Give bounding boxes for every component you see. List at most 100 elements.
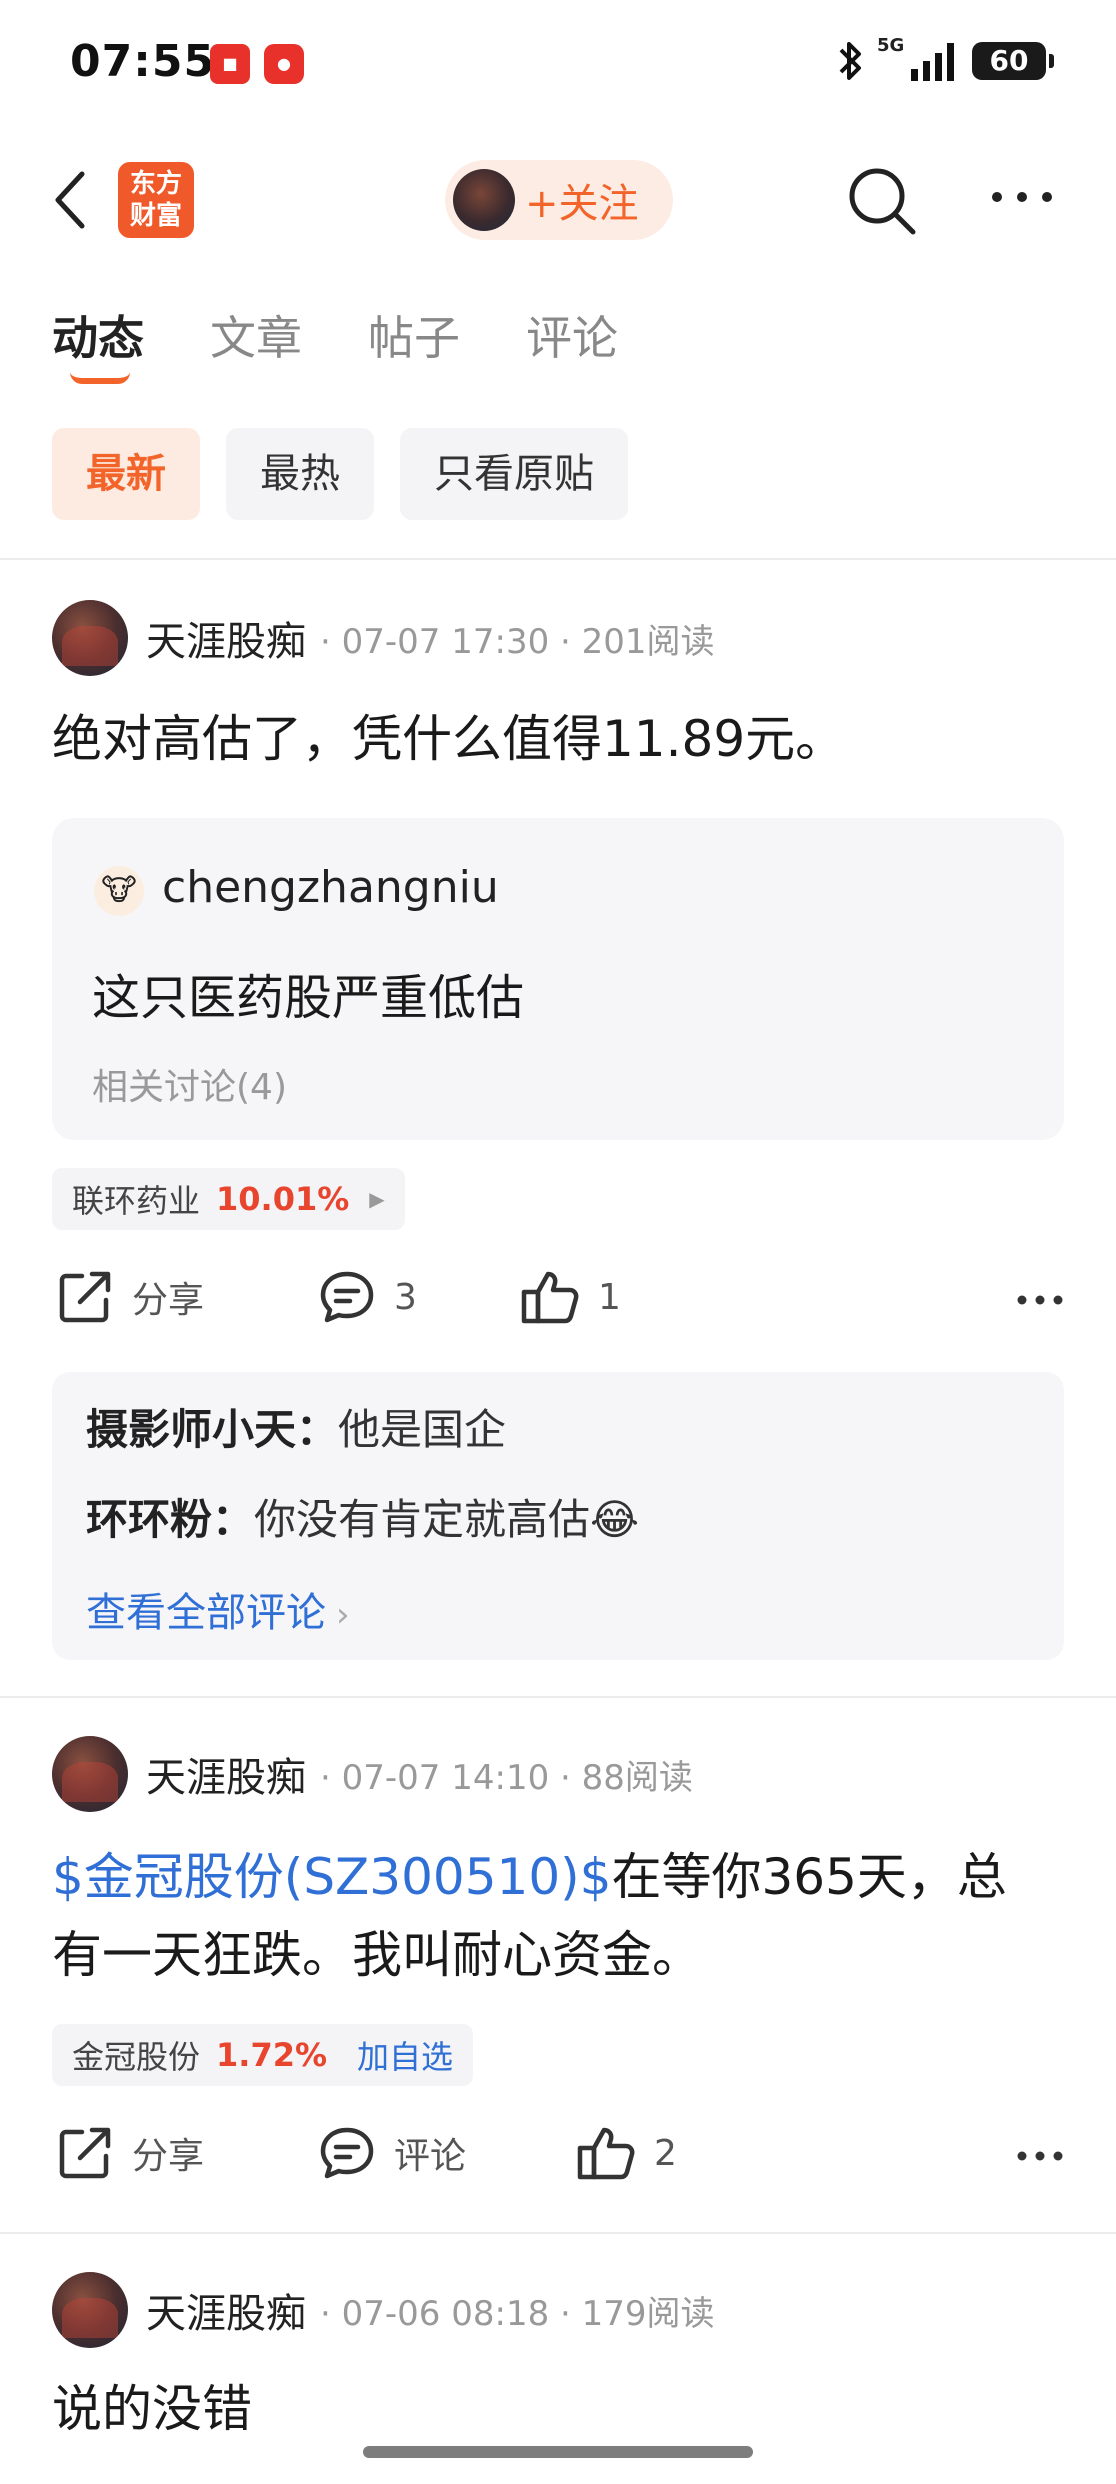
avatar[interactable] xyxy=(52,600,128,676)
author-row: 天涯股痴 · 07-06 08:18 · 179阅读 xyxy=(52,2272,715,2348)
comment-item[interactable]: 摄影师小天：他是国企 xyxy=(86,1396,506,1457)
quoted-post[interactable]: 🐮 chengzhangniu 这只医药股严重低估 相关讨论(4) xyxy=(52,818,1064,1140)
post-text[interactable]: 绝对高估了，凭什么值得11.89元。 xyxy=(52,700,1062,778)
more-options-icon[interactable] xyxy=(1016,2150,1064,2162)
quote-avatar: 🐮 xyxy=(94,866,144,916)
author-name[interactable]: 天涯股痴 xyxy=(146,609,306,667)
post-text-part: 有一天狂跌。我叫耐心资金。 xyxy=(52,1926,702,1984)
share-label: 分享 xyxy=(132,1280,205,1321)
comment-text: 你没有肯定就高估😂 xyxy=(254,1495,640,1544)
author-row: 天涯股痴 · 07-07 17:30 · 201阅读 xyxy=(52,600,715,676)
like-count: 2 xyxy=(654,2132,677,2174)
top-nav: 东方 财富 +关注 xyxy=(0,150,1116,250)
author-name[interactable]: 天涯股痴 xyxy=(146,1745,306,1803)
network-label: 5G xyxy=(877,35,905,56)
brand-line-2: 财富 xyxy=(129,201,182,231)
quote-text: 这只医药股严重低估 xyxy=(92,970,525,1026)
filter-hottest[interactable]: 最热 xyxy=(226,428,374,520)
share-button[interactable]: 分享 xyxy=(56,2124,204,2182)
like-button[interactable]: 1 xyxy=(520,1268,621,1326)
stock-name: 联环药业 xyxy=(72,1182,201,1220)
post-actions: 分享 3 1 xyxy=(52,1268,1064,1338)
filter-original-only[interactable]: 只看原贴 xyxy=(400,428,628,520)
chevron-right-icon: › xyxy=(336,1595,350,1635)
author-row: 天涯股痴 · 07-07 14:10 · 88阅读 xyxy=(52,1736,693,1812)
comment-user: 环环粉： xyxy=(86,1495,255,1544)
tab-indicator xyxy=(70,372,130,384)
tab-bar: 动态 文章 帖子 评论 xyxy=(52,302,618,384)
battery-icon: 60 xyxy=(972,42,1054,80)
tab-label: 动态 xyxy=(52,311,144,365)
filter-bar: 最新 最热 只看原贴 xyxy=(52,428,628,520)
thumbs-up-icon xyxy=(521,1271,579,1324)
tab-articles[interactable]: 文章 xyxy=(210,302,302,368)
search-icon[interactable] xyxy=(845,164,919,238)
follow-button[interactable]: +关注 xyxy=(445,160,673,240)
like-button[interactable]: 2 xyxy=(576,2124,677,2182)
post-meta: · 07-07 14:10 · 88阅读 xyxy=(320,1757,693,1798)
post-text-part: 在等你365天，总 xyxy=(611,1848,1007,1906)
post-meta: · 07-06 08:18 · 179阅读 xyxy=(320,2293,715,2334)
avatar[interactable] xyxy=(52,2272,128,2348)
comment-button[interactable]: 评论 xyxy=(318,2124,466,2182)
post-text[interactable]: $金冠股份(SZ300510)$在等你365天，总 有一天狂跌。我叫耐心资金。 xyxy=(52,1838,1062,1994)
comment-label: 评论 xyxy=(394,2136,467,2177)
filter-latest[interactable]: 最新 xyxy=(52,428,200,520)
avatar[interactable] xyxy=(52,1736,128,1812)
divider xyxy=(0,558,1116,560)
stock-change: 10.01% xyxy=(216,1180,350,1218)
status-icons: 5G 60 xyxy=(835,35,1054,82)
post-text[interactable]: 说的没错 xyxy=(52,2370,1062,2448)
stock-change: 1.72% xyxy=(216,2036,328,2074)
like-count: 1 xyxy=(598,1276,621,1318)
app-badge-2-icon: ● xyxy=(264,44,304,84)
app-badge-icon: ■ xyxy=(210,44,250,84)
follow-label: +关注 xyxy=(525,181,639,227)
brand-line-1: 东方 xyxy=(129,169,182,199)
tab-posts[interactable]: 帖子 xyxy=(368,302,460,368)
comment-count: 3 xyxy=(394,1276,417,1318)
profile-avatar xyxy=(453,169,515,231)
stock-name: 金冠股份 xyxy=(72,2038,201,2076)
signal-icon: 5G xyxy=(877,35,954,81)
brand-logo[interactable]: 东方 财富 xyxy=(118,162,194,238)
quote-user: chengzhangniu xyxy=(162,862,499,913)
related-discussions: 相关讨论(4) xyxy=(92,1067,287,1108)
status-bar: 07:55 ■ ● 5G 60 xyxy=(0,0,1116,130)
stock-tag[interactable]: 金冠股份 1.72% 加自选 xyxy=(52,2024,474,2086)
home-indicator[interactable] xyxy=(363,2446,753,2458)
comment-preview: 摄影师小天：他是国企 环环粉：你没有肯定就高估😂 查看全部评论 › xyxy=(52,1372,1064,1660)
comment-item[interactable]: 环环粉：你没有肯定就高估😂 xyxy=(86,1486,639,1547)
tab-label: 文章 xyxy=(210,311,302,365)
thumbs-up-icon xyxy=(577,2127,635,2180)
more-icon[interactable] xyxy=(990,190,1054,204)
bluetooth-icon xyxy=(839,42,861,80)
comment-icon xyxy=(320,2127,374,2179)
share-icon xyxy=(59,1271,111,1323)
tab-dynamic[interactable]: 动态 xyxy=(52,302,144,384)
tab-label: 帖子 xyxy=(368,311,460,365)
comment-text: 他是国企 xyxy=(338,1405,507,1454)
comment-user: 摄影师小天： xyxy=(86,1405,339,1454)
tab-comments[interactable]: 评论 xyxy=(526,302,618,368)
tab-label: 评论 xyxy=(526,311,618,365)
comment-icon xyxy=(320,1271,374,1323)
share-button[interactable]: 分享 xyxy=(56,1268,204,1326)
status-time: 07:55 xyxy=(70,36,216,87)
stock-link[interactable]: $金冠股份(SZ300510)$ xyxy=(52,1848,612,1906)
divider xyxy=(0,1696,1116,1698)
back-icon[interactable] xyxy=(50,170,90,230)
divider xyxy=(0,2232,1116,2234)
play-arrow-icon: ▶ xyxy=(369,1187,385,1211)
share-label: 分享 xyxy=(132,2136,205,2177)
comment-button[interactable]: 3 xyxy=(318,1268,417,1326)
share-icon xyxy=(59,2127,111,2179)
stock-tag[interactable]: 联环药业 10.01% ▶ xyxy=(52,1168,405,1230)
more-options-icon[interactable] xyxy=(1016,1294,1064,1306)
post-actions: 分享 评论 2 xyxy=(52,2124,1064,2194)
post-meta: · 07-07 17:30 · 201阅读 xyxy=(320,621,715,662)
view-all-comments-link[interactable]: 查看全部评论 › xyxy=(86,1580,350,1638)
add-watchlist-button[interactable]: 加自选 xyxy=(357,2032,453,2078)
view-all-label: 查看全部评论 xyxy=(86,1590,326,1636)
author-name[interactable]: 天涯股痴 xyxy=(146,2281,306,2339)
